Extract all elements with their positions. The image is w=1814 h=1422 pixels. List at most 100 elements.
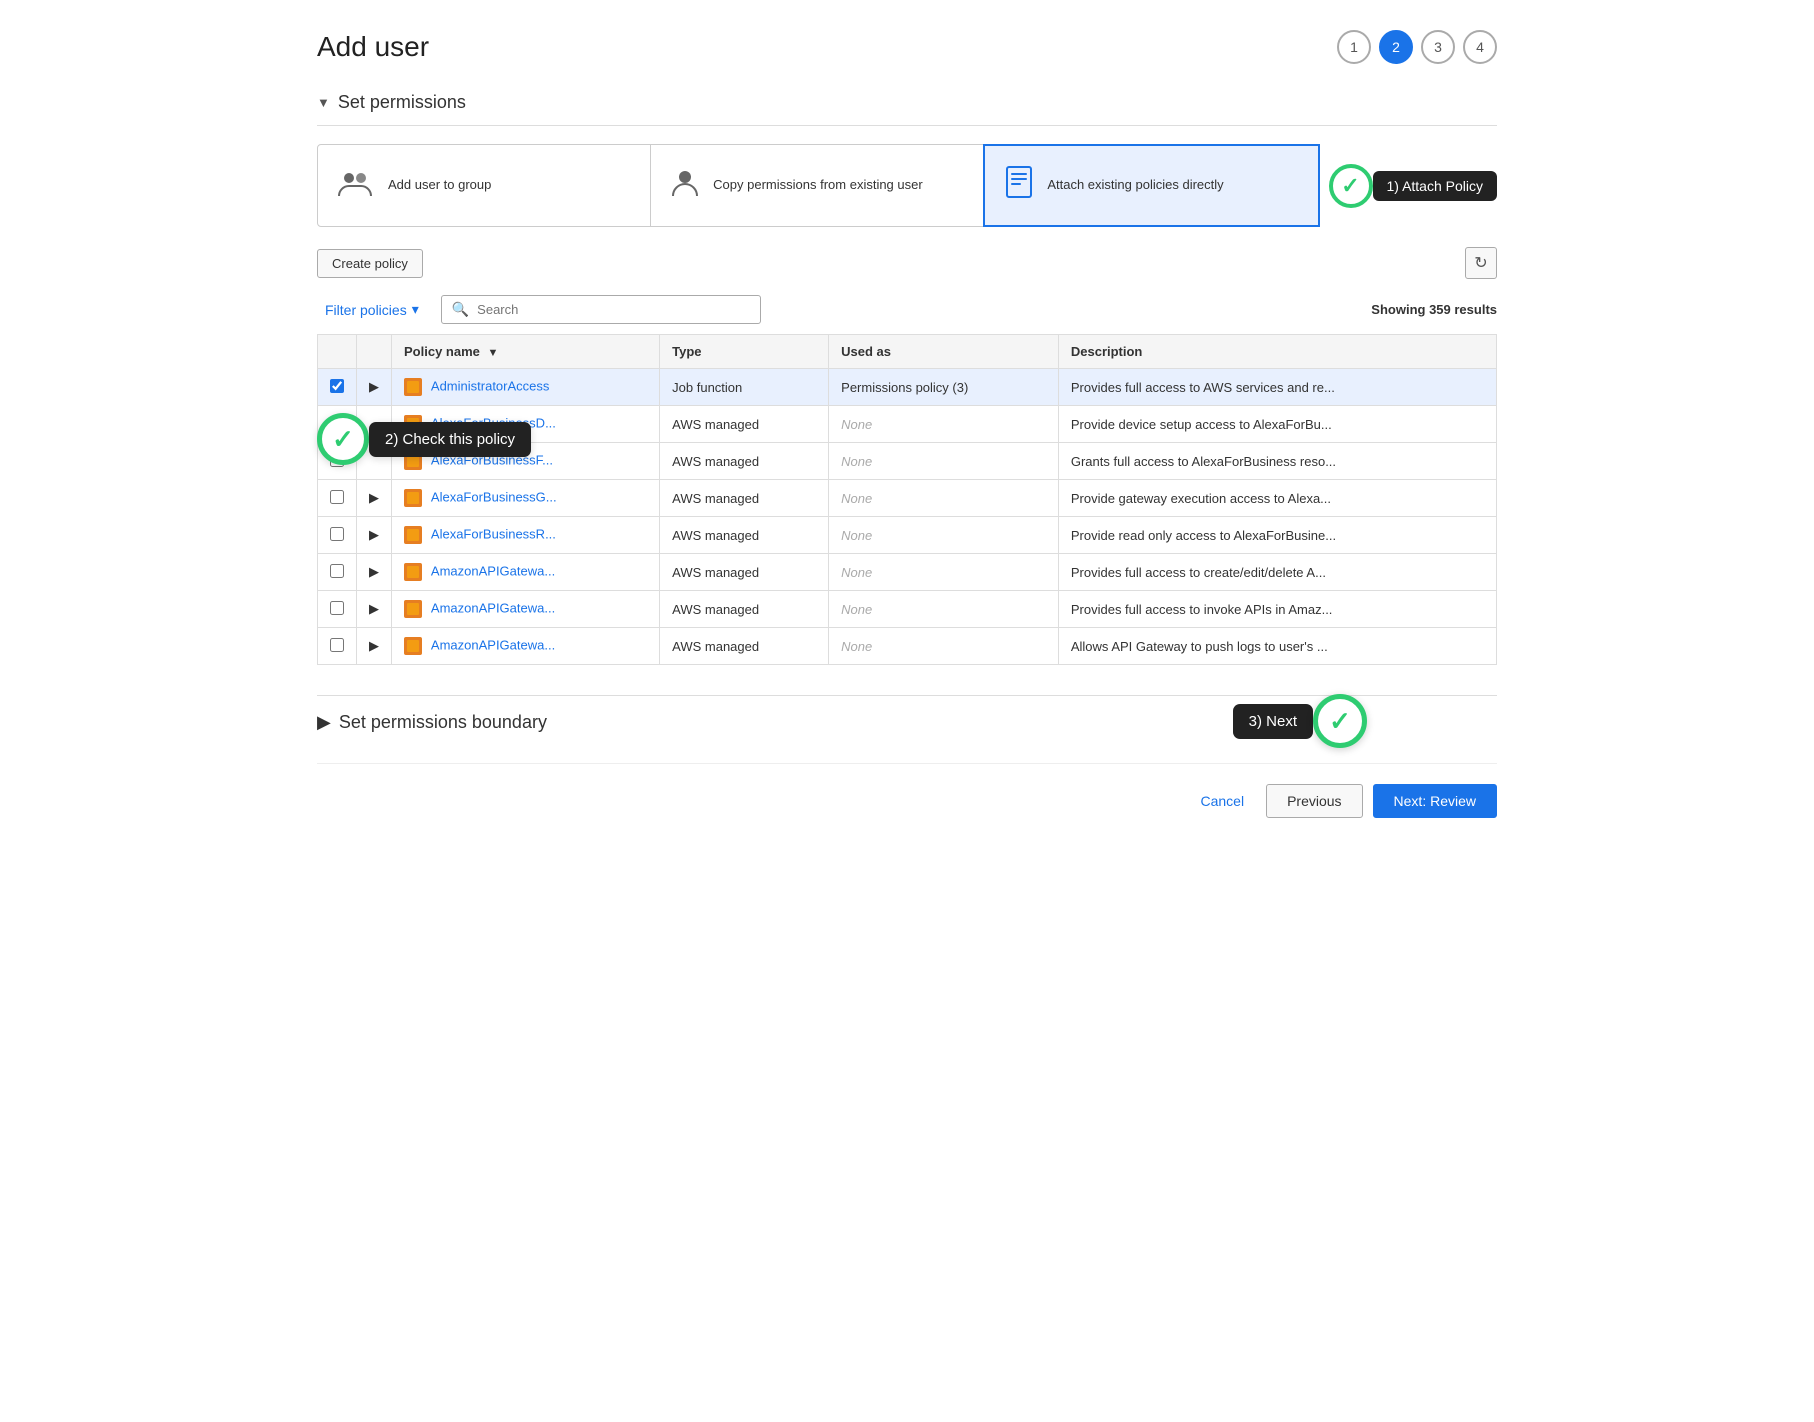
policy-name-cell-3: AlexaForBusinessF...: [392, 443, 660, 480]
used-as-cell-7: None: [829, 591, 1059, 628]
doc-icon: [1005, 166, 1033, 205]
attach-policy-label: Attach existing policies directly: [1047, 176, 1223, 194]
description-cell-4: Provide gateway execution access to Alex…: [1058, 480, 1496, 517]
step-4[interactable]: 4: [1463, 30, 1497, 64]
checkbox-cell-3[interactable]: [318, 443, 357, 480]
table-row: ▶ AlexaForBusinessR... AWS managed None …: [318, 517, 1497, 554]
cancel-button[interactable]: Cancel: [1188, 785, 1256, 817]
filter-search-row: Filter policies ▾ 🔍 Showing 359 results: [317, 295, 1497, 324]
col-used-as: Used as: [829, 335, 1059, 369]
row-checkbox-7[interactable]: [330, 601, 344, 615]
checkbox-cell-1[interactable]: [318, 369, 357, 406]
checkbox-cell-6[interactable]: [318, 554, 357, 591]
table-row: ▶ AlexaForBusinessG... AWS managed None …: [318, 480, 1497, 517]
step-2[interactable]: 2: [1379, 30, 1413, 64]
policy-name-link-1[interactable]: AdministratorAccess: [431, 378, 549, 393]
expand-cell-3[interactable]: [357, 443, 392, 480]
description-cell-3: Grants full access to AlexaForBusiness r…: [1058, 443, 1496, 480]
sort-arrow-icon: ▼: [488, 347, 499, 359]
description-cell-1: Provides full access to AWS services and…: [1058, 369, 1496, 406]
page-title: Add user: [317, 31, 429, 63]
table-row: ▶ AmazonAPIGatewa... AWS managed None Al…: [318, 628, 1497, 665]
table-row: ▶ AdministratorAccess Job function Permi…: [318, 369, 1497, 406]
policy-icon-6: [404, 563, 422, 581]
type-cell-3: AWS managed: [660, 443, 829, 480]
description-cell-5: Provide read only access to AlexaForBusi…: [1058, 517, 1496, 554]
description-cell-2: Provide device setup access to AlexaForB…: [1058, 406, 1496, 443]
checkbox-cell-2[interactable]: [318, 406, 357, 443]
used-as-cell-5: None: [829, 517, 1059, 554]
page-container: Add user 1 2 3 4 ▼ Set permissions: [287, 0, 1527, 858]
create-policy-button[interactable]: Create policy: [317, 249, 423, 278]
step-1[interactable]: 1: [1337, 30, 1371, 64]
previous-button[interactable]: Previous: [1266, 784, 1362, 818]
row-checkbox-5[interactable]: [330, 527, 344, 541]
policy-name-cell-2: AlexaForBusinessD...: [392, 406, 660, 443]
policy-name-link-8[interactable]: AmazonAPIGatewa...: [431, 637, 555, 652]
type-cell-5: AWS managed: [660, 517, 829, 554]
attach-policy-annotation: ✓ 1) Attach Policy: [1329, 164, 1498, 208]
col-policy-name-label: Policy name: [404, 344, 480, 359]
step-3[interactable]: 3: [1421, 30, 1455, 64]
copy-permissions-option[interactable]: Copy permissions from existing user: [650, 144, 984, 227]
expand-cell-2[interactable]: [357, 406, 392, 443]
table-row: AlexaForBusinessD... AWS managed None Pr…: [318, 406, 1497, 443]
refresh-icon: ↻: [1474, 253, 1487, 273]
checkbox-cell-4[interactable]: [318, 480, 357, 517]
type-cell-6: AWS managed: [660, 554, 829, 591]
used-as-cell-1: Permissions policy (3): [829, 369, 1059, 406]
set-permissions-label: Set permissions: [338, 92, 466, 113]
policy-name-link-2[interactable]: AlexaForBusinessD...: [431, 415, 556, 430]
policy-name-cell-5: AlexaForBusinessR...: [392, 517, 660, 554]
col-checkbox: [318, 335, 357, 369]
expand-cell-7[interactable]: ▶: [357, 591, 392, 628]
table-wrapper: Policy name ▼ Type Used as Description ▶: [317, 334, 1497, 665]
expand-cell-4[interactable]: ▶: [357, 480, 392, 517]
group-icon: [338, 168, 374, 203]
used-as-cell-8: None: [829, 628, 1059, 665]
checkbox-cell-8[interactable]: [318, 628, 357, 665]
row-checkbox-4[interactable]: [330, 490, 344, 504]
permissions-boundary-header[interactable]: ▶ Set permissions boundary: [317, 712, 1497, 733]
search-box: 🔍: [441, 295, 761, 324]
policy-name-link-4[interactable]: AlexaForBusinessG...: [431, 489, 557, 504]
row-checkbox-8[interactable]: [330, 638, 344, 652]
row-checkbox-3[interactable]: [330, 453, 344, 467]
expand-cell-8[interactable]: ▶: [357, 628, 392, 665]
row-checkbox-1[interactable]: [330, 379, 344, 393]
add-user-group-option[interactable]: Add user to group: [317, 144, 651, 227]
checkbox-cell-7[interactable]: [318, 591, 357, 628]
attach-policy-option[interactable]: Attach existing policies directly: [983, 144, 1319, 227]
table-row: ▶ AmazonAPIGatewa... AWS managed None Pr…: [318, 554, 1497, 591]
boundary-arrow-icon: ▶: [317, 712, 331, 733]
next-review-button[interactable]: Next: Review: [1373, 784, 1497, 818]
copy-permissions-label: Copy permissions from existing user: [713, 176, 923, 194]
results-count-text: Showing 359 results: [1371, 302, 1497, 317]
filter-policies-label: Filter policies: [325, 302, 407, 318]
search-input[interactable]: [477, 302, 750, 317]
permission-options-wrapper: Add user to group Copy permissions from …: [317, 144, 1497, 227]
policy-name-cell-4: AlexaForBusinessG...: [392, 480, 660, 517]
row-checkbox-2[interactable]: [330, 416, 344, 430]
policy-name-link-7[interactable]: AmazonAPIGatewa...: [431, 600, 555, 615]
policy-name-cell-7: AmazonAPIGatewa...: [392, 591, 660, 628]
row-checkbox-6[interactable]: [330, 564, 344, 578]
policy-icon-3: [404, 452, 422, 470]
filter-policies-button[interactable]: Filter policies ▾: [317, 295, 427, 324]
footer-row: 3) Next ✓ Cancel Previous Next: Review: [317, 763, 1497, 818]
policy-name-link-5[interactable]: AlexaForBusinessR...: [431, 526, 556, 541]
policy-icon-1: [404, 378, 422, 396]
expand-cell-1[interactable]: ▶: [357, 369, 392, 406]
expand-cell-5[interactable]: ▶: [357, 517, 392, 554]
col-policy-name[interactable]: Policy name ▼: [392, 335, 660, 369]
used-as-cell-6: None: [829, 554, 1059, 591]
policy-name-link-6[interactable]: AmazonAPIGatewa...: [431, 563, 555, 578]
type-cell-2: AWS managed: [660, 406, 829, 443]
results-count: Showing 359 results: [1371, 302, 1497, 317]
checkbox-cell-5[interactable]: [318, 517, 357, 554]
refresh-button[interactable]: ↻: [1465, 247, 1497, 279]
type-cell-1: Job function: [660, 369, 829, 406]
expand-cell-6[interactable]: ▶: [357, 554, 392, 591]
toolbar-row: Create policy ↻: [317, 247, 1497, 279]
policy-name-link-3[interactable]: AlexaForBusinessF...: [431, 452, 553, 467]
